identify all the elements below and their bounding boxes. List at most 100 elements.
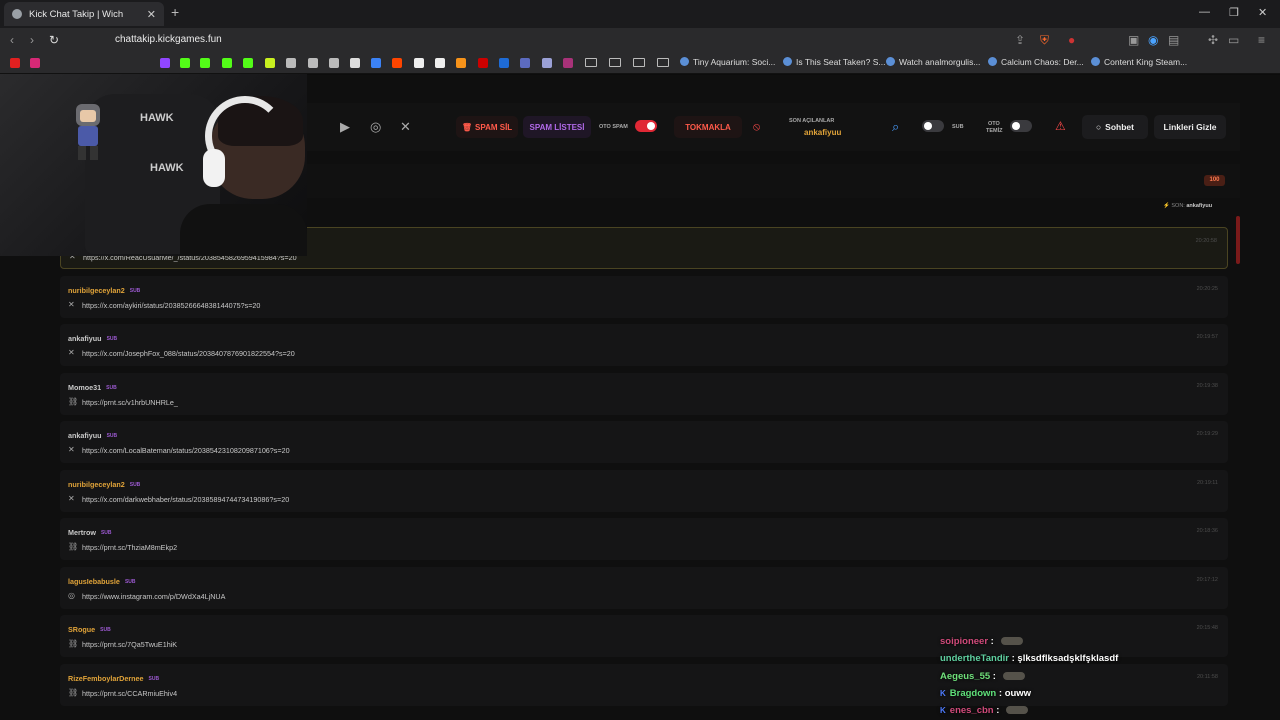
- bookmark-icon[interactable]: [520, 58, 530, 68]
- x-icon: ✕: [68, 299, 75, 309]
- username-text: nuribilgeceylan2: [68, 479, 125, 489]
- folder-icon[interactable]: [633, 58, 645, 67]
- message-timestamp: 20:18:36: [1196, 528, 1218, 534]
- extension-icon[interactable]: ▣: [1128, 33, 1139, 47]
- spam-listesi-button[interactable]: SPAM LİSTESİ: [523, 116, 591, 138]
- maximize-button[interactable]: ❐: [1229, 6, 1239, 19]
- youtube-icon[interactable]: ▶: [340, 119, 350, 135]
- message-row[interactable]: ankafiyuu SUB ✕ https://x.com/JosephFox_088…: [60, 324, 1228, 366]
- kick-bookmark-icon[interactable]: [200, 58, 210, 68]
- reload-icon[interactable]: ↻: [49, 33, 59, 47]
- extension-icon[interactable]: ▤: [1168, 33, 1179, 47]
- bookmark-link[interactable]: Is This Seat Taken? S...: [783, 57, 885, 67]
- message-row[interactable]: ankafiyuu SUB ✕ https://x.com/LocalBateman/…: [60, 421, 1228, 463]
- bookmark-icon[interactable]: [265, 58, 275, 68]
- sidebar-icon[interactable]: ▭: [1228, 33, 1239, 47]
- browser-tab[interactable]: Kick Chat Takip | Wich ✕: [4, 2, 164, 26]
- message-row[interactable]: nuribilgeceylan2 SUB ✕ https://x.com/aykiri…: [60, 275, 1228, 318]
- message-row[interactable]: RizeFemboylarDernee SUB ⛓ https://prnt.sc/C…: [60, 663, 1228, 706]
- message-row[interactable]: nuribilgeceylan2 SUB ✕ https://x.com/darkwe…: [60, 469, 1228, 512]
- chair-logo: HAWK: [140, 112, 174, 124]
- instagram-icon[interactable]: ◎: [370, 119, 381, 135]
- kick-bookmark-icon[interactable]: [222, 58, 232, 68]
- ublock-icon[interactable]: ●: [1068, 33, 1075, 47]
- message-link[interactable]: https://prnt.sc/7Qa5TwuE1hiK: [82, 640, 177, 649]
- bookmark-link[interactable]: Watch analmorgulis...: [886, 57, 980, 67]
- sub-toggle[interactable]: [922, 120, 944, 132]
- message-row[interactable]: SRogue SUB ⛓ https://prnt.sc/7Qa5TwuE1hiK 20…: [60, 615, 1228, 657]
- kick-bookmark-icon[interactable]: [243, 58, 253, 68]
- bookmark-icon[interactable]: [308, 58, 318, 68]
- message-username[interactable]: RizeFemboylarDernee SUB: [68, 674, 159, 683]
- son-acilanlar-user[interactable]: ankafiyuu: [804, 128, 841, 137]
- minimize-button[interactable]: —: [1199, 6, 1210, 18]
- message-row[interactable]: Momoe31 SUB ⛓ https://prnt.sc/v1hrbUNHRLe_ 2…: [60, 372, 1228, 415]
- oto-spam-toggle[interactable]: [635, 120, 657, 132]
- bookmark-icon[interactable]: [542, 58, 552, 68]
- message-link[interactable]: https://x.com/JosephFox_088/status/20384…: [82, 349, 295, 358]
- extension-icon[interactable]: ◉: [1148, 33, 1158, 47]
- message-row[interactable]: Mertrow SUB ⛓ https://prnt.sc/ThziaM8mEkp2 2…: [60, 518, 1228, 560]
- message-link[interactable]: https://prnt.sc/CCARmiuEhiv4: [82, 689, 177, 698]
- folder-icon[interactable]: [657, 58, 669, 67]
- message-username[interactable]: nuribilgeceylan2 SUB: [68, 480, 140, 489]
- bookmark-icon[interactable]: [435, 58, 445, 68]
- scrollbar[interactable]: [1236, 216, 1240, 264]
- kick-bookmark-icon[interactable]: [180, 58, 190, 68]
- message-link[interactable]: https://www.instagram.com/p/DWdXa4LjNUA: [82, 592, 225, 601]
- message-username[interactable]: nuribilgeceylan2 SUB: [68, 286, 140, 295]
- new-tab-button[interactable]: +: [171, 4, 179, 20]
- bookmark-icon[interactable]: [499, 58, 509, 68]
- bookmark-icon[interactable]: [286, 58, 296, 68]
- bookmark-link[interactable]: Tiny Aquarium: Soci...: [680, 57, 775, 67]
- bookmark-icon[interactable]: [329, 58, 339, 68]
- bookmark-icon[interactable]: [478, 58, 488, 68]
- bookmark-link[interactable]: Calcium Chaos: Der...: [988, 57, 1084, 67]
- search-icon[interactable]: ⌕: [892, 119, 899, 135]
- folder-icon[interactable]: [585, 58, 597, 67]
- bookmark-icon[interactable]: [371, 58, 381, 68]
- brave-shield-icon[interactable]: ⛨: [1040, 33, 1049, 48]
- mascot-figure: [76, 104, 100, 160]
- message-row[interactable]: lagusIebabusle SUB ◎ https://www.instagram.…: [60, 566, 1228, 609]
- oto-temiz-toggle[interactable]: [1010, 120, 1032, 132]
- youtube-bookmark-icon[interactable]: [10, 58, 20, 68]
- bookmark-link[interactable]: Content King Steam...: [1091, 57, 1187, 67]
- message-username[interactable]: ankafiyuu SUB: [68, 431, 117, 440]
- message-username[interactable]: lagusIebabusle SUB: [68, 577, 136, 586]
- menu-icon[interactable]: ≡: [1258, 33, 1265, 47]
- message-link[interactable]: https://prnt.sc/ThziaM8mEkp2: [82, 543, 177, 552]
- bookmark-icon[interactable]: [414, 58, 424, 68]
- message-link[interactable]: https://prnt.sc/v1hrbUNHRLe_: [82, 398, 178, 407]
- linkleri-gizle-button[interactable]: Linkleri Gizle: [1154, 115, 1226, 139]
- message-link[interactable]: https://x.com/aykiri/status/203852666483…: [82, 301, 260, 310]
- x-bookmark-icon[interactable]: [350, 58, 360, 68]
- x-icon[interactable]: ✕: [400, 119, 411, 135]
- kick-badge-icon: K: [940, 688, 946, 698]
- reddit-bookmark-icon[interactable]: [392, 58, 402, 68]
- close-window-button[interactable]: ✕: [1258, 6, 1267, 19]
- message-username[interactable]: ankafiyuu SUB: [68, 334, 117, 343]
- message-link[interactable]: https://x.com/darkwebhaber/status/203858…: [82, 495, 289, 504]
- message-username[interactable]: Momoe31 SUB: [68, 383, 117, 392]
- sohbet-button[interactable]: ○ Sohbet: [1082, 115, 1148, 139]
- bookmark-icon[interactable]: [456, 58, 466, 68]
- instagram-bookmark-icon[interactable]: [30, 58, 40, 68]
- forward-icon[interactable]: ›: [30, 33, 34, 47]
- back-icon[interactable]: ‹: [10, 33, 14, 47]
- tokmakla-button[interactable]: TOKMAKLA: [674, 116, 742, 138]
- tab-close-icon[interactable]: ✕: [147, 8, 156, 21]
- spam-sil-button[interactable]: 🗑 SPAM SİL: [456, 116, 518, 138]
- bookmark-icon[interactable]: [563, 58, 573, 68]
- warning-icon[interactable]: ⚠: [1055, 119, 1066, 133]
- folder-icon[interactable]: [609, 58, 621, 67]
- message-username[interactable]: SRogue SUB: [68, 625, 111, 634]
- message-username[interactable]: Mertrow SUB: [68, 528, 112, 537]
- extensions-puzzle-icon[interactable]: ✣: [1208, 33, 1218, 47]
- message-link[interactable]: https://x.com/LocalBateman/status/203854…: [82, 446, 290, 455]
- ban-icon[interactable]: ⦸: [753, 121, 760, 134]
- count-badge: 100: [1204, 175, 1225, 186]
- share-icon[interactable]: ⇪: [1015, 33, 1025, 47]
- url-input[interactable]: chattakip.kickgames.fun: [115, 34, 222, 45]
- twitch-bookmark-icon[interactable]: [160, 58, 170, 68]
